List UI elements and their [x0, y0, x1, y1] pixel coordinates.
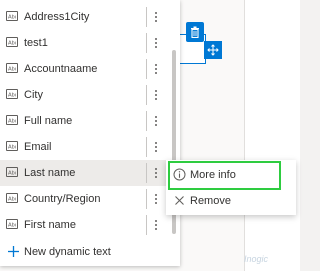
more-vertical-icon: [154, 90, 157, 100]
field-label: Full name: [24, 115, 73, 127]
more-vertical-icon: [154, 38, 157, 48]
plus-icon: [8, 246, 19, 257]
svg-text:Abc: Abc: [8, 119, 16, 124]
field-list-item[interactable]: Abc City: [0, 82, 168, 108]
more-options-button[interactable]: [146, 137, 164, 157]
more-vertical-icon: [154, 116, 157, 126]
text-field-icon: Abc: [6, 193, 18, 203]
svg-text:Abc: Abc: [8, 67, 16, 72]
field-list-item[interactable]: Abc Last name: [0, 160, 168, 186]
field-list: AbcAddress1CityAbctest1AbcAccountnaameAb…: [0, 4, 168, 238]
field-list-item[interactable]: Abc test1: [0, 30, 168, 56]
move-icon: [207, 44, 219, 56]
field-list-item[interactable]: Abc Full name: [0, 108, 168, 134]
field-list-item[interactable]: Abc Accountnaame: [0, 56, 168, 82]
more-options-button[interactable]: [146, 163, 164, 183]
text-field-icon: Abc: [6, 141, 18, 151]
move-control-handle[interactable]: [204, 41, 222, 59]
field-label: First name: [24, 219, 76, 231]
text-field-icon: Abc: [6, 11, 18, 21]
more-options-button[interactable]: [146, 85, 164, 105]
svg-text:Abc: Abc: [8, 197, 16, 202]
field-list-item[interactable]: Abc First name: [0, 212, 168, 238]
field-label: Country/Region: [24, 193, 101, 205]
field-list-item[interactable]: Abc Country/Region: [0, 186, 168, 212]
more-vertical-icon: [154, 64, 157, 74]
more-vertical-icon: [154, 194, 157, 204]
more-options-button[interactable]: [146, 189, 164, 209]
properties-panel-edge: [244, 0, 300, 271]
menu-item-remove[interactable]: Remove: [166, 188, 296, 214]
field-label: Address1City: [24, 11, 90, 23]
svg-text:Abc: Abc: [8, 93, 16, 98]
watermark-logo: Inogic: [244, 254, 269, 264]
more-vertical-icon: [154, 220, 157, 230]
text-field-icon: Abc: [6, 115, 18, 125]
menu-item-label: Remove: [190, 195, 231, 207]
fields-panel: AbcAddress1CityAbctest1AbcAccountnaameAb…: [0, 0, 180, 266]
trash-icon: [191, 26, 199, 38]
svg-text:Abc: Abc: [8, 223, 16, 228]
text-field-icon: Abc: [6, 167, 18, 177]
more-vertical-icon: [154, 168, 157, 178]
annotation-highlight: [168, 161, 281, 190]
more-options-button[interactable]: [146, 33, 164, 53]
text-field-icon: Abc: [6, 219, 18, 229]
more-vertical-icon: [154, 142, 157, 152]
more-vertical-icon: [154, 12, 157, 22]
field-list-item[interactable]: Abc Address1City: [0, 4, 168, 30]
svg-text:Abc: Abc: [8, 41, 16, 46]
text-field-icon: Abc: [6, 89, 18, 99]
field-label: test1: [24, 37, 48, 49]
more-options-button[interactable]: [146, 59, 164, 79]
svg-text:Abc: Abc: [8, 145, 16, 150]
more-options-button[interactable]: [146, 7, 164, 27]
more-options-button[interactable]: [146, 111, 164, 131]
new-dynamic-text-button[interactable]: New dynamic text: [0, 239, 180, 265]
close-icon: [175, 196, 184, 205]
text-field-icon: Abc: [6, 63, 18, 73]
field-label: Email: [24, 141, 52, 153]
delete-control-button[interactable]: [186, 22, 204, 42]
field-label: Accountnaame: [24, 63, 98, 75]
text-field-icon: Abc: [6, 37, 18, 47]
field-label: Last name: [24, 167, 76, 179]
new-dynamic-text-label: New dynamic text: [24, 246, 111, 258]
field-list-item[interactable]: Abc Email: [0, 134, 168, 160]
svg-text:Abc: Abc: [8, 171, 16, 176]
field-label: City: [24, 89, 43, 101]
more-options-button[interactable]: [146, 215, 164, 235]
svg-text:Abc: Abc: [8, 15, 16, 20]
